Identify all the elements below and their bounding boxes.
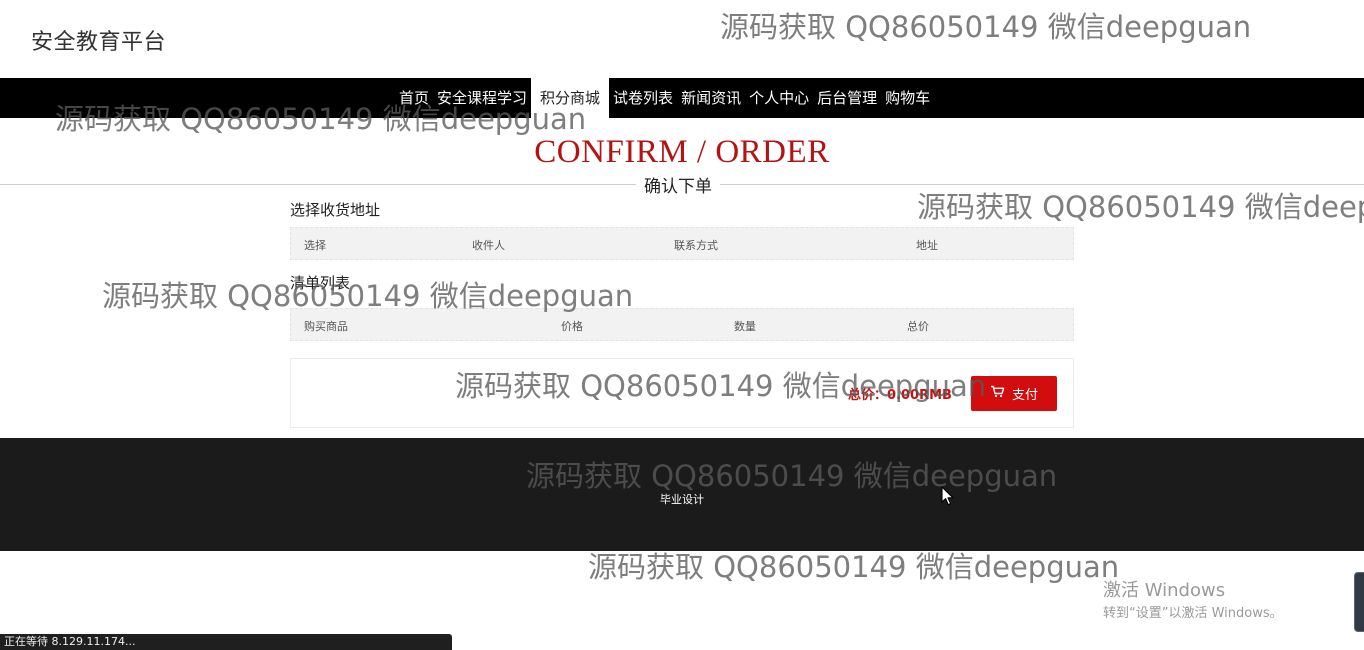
order-total: 总价：0.00RMB: [848, 388, 952, 403]
column-quantity: 数量: [734, 320, 756, 333]
address-section-label: 选择收货地址: [290, 201, 381, 219]
order-items-table-header: 购买商品 价格 数量 总价: [290, 308, 1074, 341]
column-product: 购买商品: [304, 320, 348, 333]
address-table-header: 选择 收件人 联系方式 地址: [290, 227, 1074, 260]
footer-text: 毕业设计: [660, 493, 704, 506]
pay-button-label: 支付: [1011, 388, 1038, 403]
nav-item-points-mall[interactable]: 积分商城: [531, 78, 610, 118]
nav-item-home[interactable]: 首页: [395, 78, 433, 118]
cart-icon: [990, 385, 1005, 402]
browser-status-bar: 正在等待 8.129.11.174...: [0, 634, 452, 650]
nav-item-courses[interactable]: 安全课程学习: [433, 78, 531, 118]
site-header: 安全教育平台: [0, 0, 1364, 78]
list-section-label: 清单列表: [290, 274, 351, 292]
payment-box: 总价：0.00RMB 支付: [290, 358, 1074, 428]
nav-item-exams[interactable]: 试卷列表: [609, 78, 677, 118]
site-footer: 毕业设计: [0, 438, 1364, 551]
windows-activation-subtitle[interactable]: 转到“设置”以激活 Windows。: [1103, 602, 1283, 621]
nav-item-profile[interactable]: 个人中心: [745, 78, 813, 118]
pay-button[interactable]: 支付: [971, 376, 1057, 411]
nav-item-news[interactable]: 新闻资讯: [677, 78, 745, 118]
column-contact: 联系方式: [674, 239, 718, 252]
column-price: 价格: [561, 320, 583, 333]
confirm-order-subtitle: 确认下单: [636, 172, 720, 197]
site-title[interactable]: 安全教育平台: [31, 24, 166, 56]
nav-item-cart[interactable]: 购物车: [881, 78, 934, 118]
edge-widget[interactable]: [1354, 572, 1364, 632]
column-select: 选择: [304, 239, 326, 252]
nav-items: 首页 安全课程学习 积分商城 试卷列表 新闻资讯 个人中心 后台管理 购物车: [395, 78, 934, 118]
column-recipient: 收件人: [472, 239, 505, 252]
column-total: 总价: [907, 320, 929, 333]
nav-item-admin[interactable]: 后台管理: [813, 78, 881, 118]
column-address: 地址: [916, 239, 938, 252]
mouse-cursor-icon: [941, 486, 955, 510]
watermark: 源码获取 QQ86050149 微信deepguan: [917, 190, 1364, 224]
main-nav: 首页 安全课程学习 积分商城 试卷列表 新闻资讯 个人中心 后台管理 购物车: [0, 78, 1364, 118]
confirm-order-title: CONFIRM / ORDER: [534, 134, 830, 170]
windows-activation-title: 激活 Windows: [1103, 580, 1226, 601]
